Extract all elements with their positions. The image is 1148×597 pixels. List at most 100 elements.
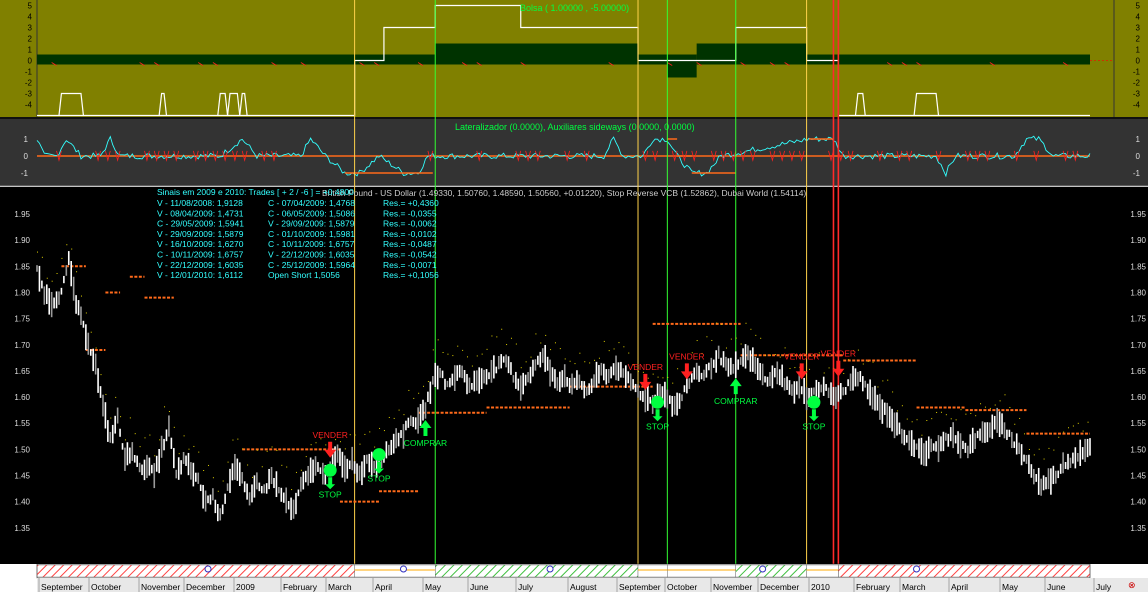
dubai-world-dot: [457, 345, 459, 347]
dubai-world-dot: [256, 449, 258, 451]
dubai-world-dot: [1068, 427, 1070, 429]
price-title: British Pound - US Dollar (1.49330, 1.50…: [322, 188, 806, 198]
time-axis-label: August: [570, 582, 597, 592]
dubai-world-dot: [51, 280, 53, 282]
dubai-world-dot: [711, 339, 713, 341]
oscillator-tick-label-right: 2: [1136, 35, 1141, 44]
dubai-world-dot: [765, 354, 767, 356]
dubai-world-dot: [295, 471, 297, 473]
dubai-world-dot: [769, 354, 771, 356]
time-axis-label: July: [1096, 582, 1112, 592]
dubai-world-dot: [916, 419, 918, 421]
dubai-world-dot: [940, 411, 942, 413]
oscillator-tick-label-right: -3: [1133, 90, 1141, 99]
dubai-world-dot: [369, 431, 371, 433]
dubai-world-dot: [594, 359, 596, 361]
dubai-world-dot: [696, 340, 698, 342]
trade-exit: C - 01/10/2009: 1,5981: [268, 229, 355, 239]
trade-result: Res.= +0,1056: [383, 270, 439, 280]
dubai-world-dot: [247, 464, 249, 466]
dubai-world-dot: [305, 456, 307, 458]
dubai-world-dot: [178, 453, 180, 455]
oscillator-tick-label: -4: [25, 101, 33, 110]
dubai-world-dot: [276, 450, 278, 452]
price-tick-label: 1.55: [14, 419, 30, 428]
dubai-world-dot: [887, 379, 889, 381]
oscillator-block: [37, 54, 355, 65]
dubai-world-dot: [188, 448, 190, 450]
oscillator-tick-label-right: -1: [1133, 68, 1141, 77]
stop-icon: [323, 463, 337, 477]
dubai-world-dot: [237, 438, 239, 440]
time-axis-label: May: [425, 582, 442, 592]
close-icon[interactable]: ⊗: [1128, 580, 1136, 590]
dubai-world-dot: [354, 434, 356, 436]
dubai-world-dot: [980, 403, 982, 405]
trade-exit: V - 29/09/2009: 1,5879: [268, 219, 355, 229]
dubai-world-dot: [447, 353, 449, 355]
dubai-world-dot: [286, 466, 288, 468]
dubai-world-dot: [892, 391, 894, 393]
dubai-world-dot: [926, 419, 928, 421]
band-segment: [637, 564, 668, 578]
trades-header: Sinais em 2009 e 2010: Trades [ + 2 / -6…: [157, 187, 354, 197]
dubai-world-dot: [882, 380, 884, 382]
dubai-world-dot: [379, 427, 381, 429]
time-axis-label: March: [902, 582, 926, 592]
dubai-world-dot: [950, 418, 952, 420]
time-axis-label: May: [1002, 582, 1019, 592]
dubai-world-dot: [525, 361, 527, 363]
dubai-world-dot: [721, 323, 723, 325]
stop-icon: [372, 448, 386, 462]
dubai-world-dot: [603, 340, 605, 342]
oscillator-tick-label: -1: [25, 68, 33, 77]
price-tick-label-right: 1.55: [1130, 419, 1146, 428]
stop-icon: [651, 395, 665, 409]
dubai-world-dot: [393, 417, 395, 419]
dubai-world-dot: [203, 470, 205, 472]
band-marker-icon: [546, 565, 554, 573]
dubai-world-dot: [725, 347, 727, 349]
time-axis: September October November December 2009 Febr…: [37, 578, 1148, 592]
sell-signal-label: VENDER: [784, 351, 819, 361]
dubai-world-dot: [564, 358, 566, 360]
sideways-tick-label: -1: [21, 169, 29, 178]
dubai-world-dot: [550, 349, 552, 351]
dubai-world-dot: [46, 277, 48, 279]
band-marker-icon: [759, 565, 767, 573]
dubai-world-dot: [71, 248, 73, 250]
dubai-world-dot: [965, 413, 967, 415]
band-segment: [36, 564, 355, 578]
dubai-world-dot: [281, 464, 283, 466]
dubai-world-dot: [1014, 423, 1016, 425]
dubai-world-dot: [984, 406, 986, 408]
trade-result: Res.= -0,0102: [383, 229, 437, 239]
dubai-world-dot: [877, 386, 879, 388]
dubai-world-dot: [129, 417, 131, 419]
dubai-world-dot: [574, 363, 576, 365]
price-tick-label-right: 1.50: [1130, 445, 1146, 454]
dubai-world-dot: [41, 256, 43, 258]
dubai-world-dot: [242, 448, 244, 450]
trade-result: Res.= -0,0071: [383, 260, 437, 270]
price-tick-label-right: 1.65: [1130, 367, 1146, 376]
oscillator-tick-label: 0: [28, 57, 33, 66]
dubai-world-dot: [486, 348, 488, 350]
price-tick-label-right: 1.35: [1130, 524, 1146, 533]
dubai-world-dot: [506, 344, 508, 346]
dubai-world-dot: [251, 476, 253, 478]
dubai-world-dot: [784, 347, 786, 349]
oscillator-tick-label: 3: [28, 24, 33, 33]
dubai-world-dot: [1063, 431, 1065, 433]
dubai-world-dot: [496, 336, 498, 338]
dubai-world-dot: [462, 349, 464, 351]
oscillator-block: [667, 54, 697, 78]
time-axis-label: June: [470, 582, 489, 592]
price-tick-label: 1.45: [14, 472, 30, 481]
dubai-world-dot: [349, 434, 351, 436]
dubai-world-dot: [85, 312, 87, 314]
trade-exit: Open Short 1,5056: [268, 270, 340, 280]
dubai-world-dot: [755, 334, 757, 336]
dubai-world-dot: [745, 322, 747, 324]
time-axis-label: June: [1047, 582, 1066, 592]
